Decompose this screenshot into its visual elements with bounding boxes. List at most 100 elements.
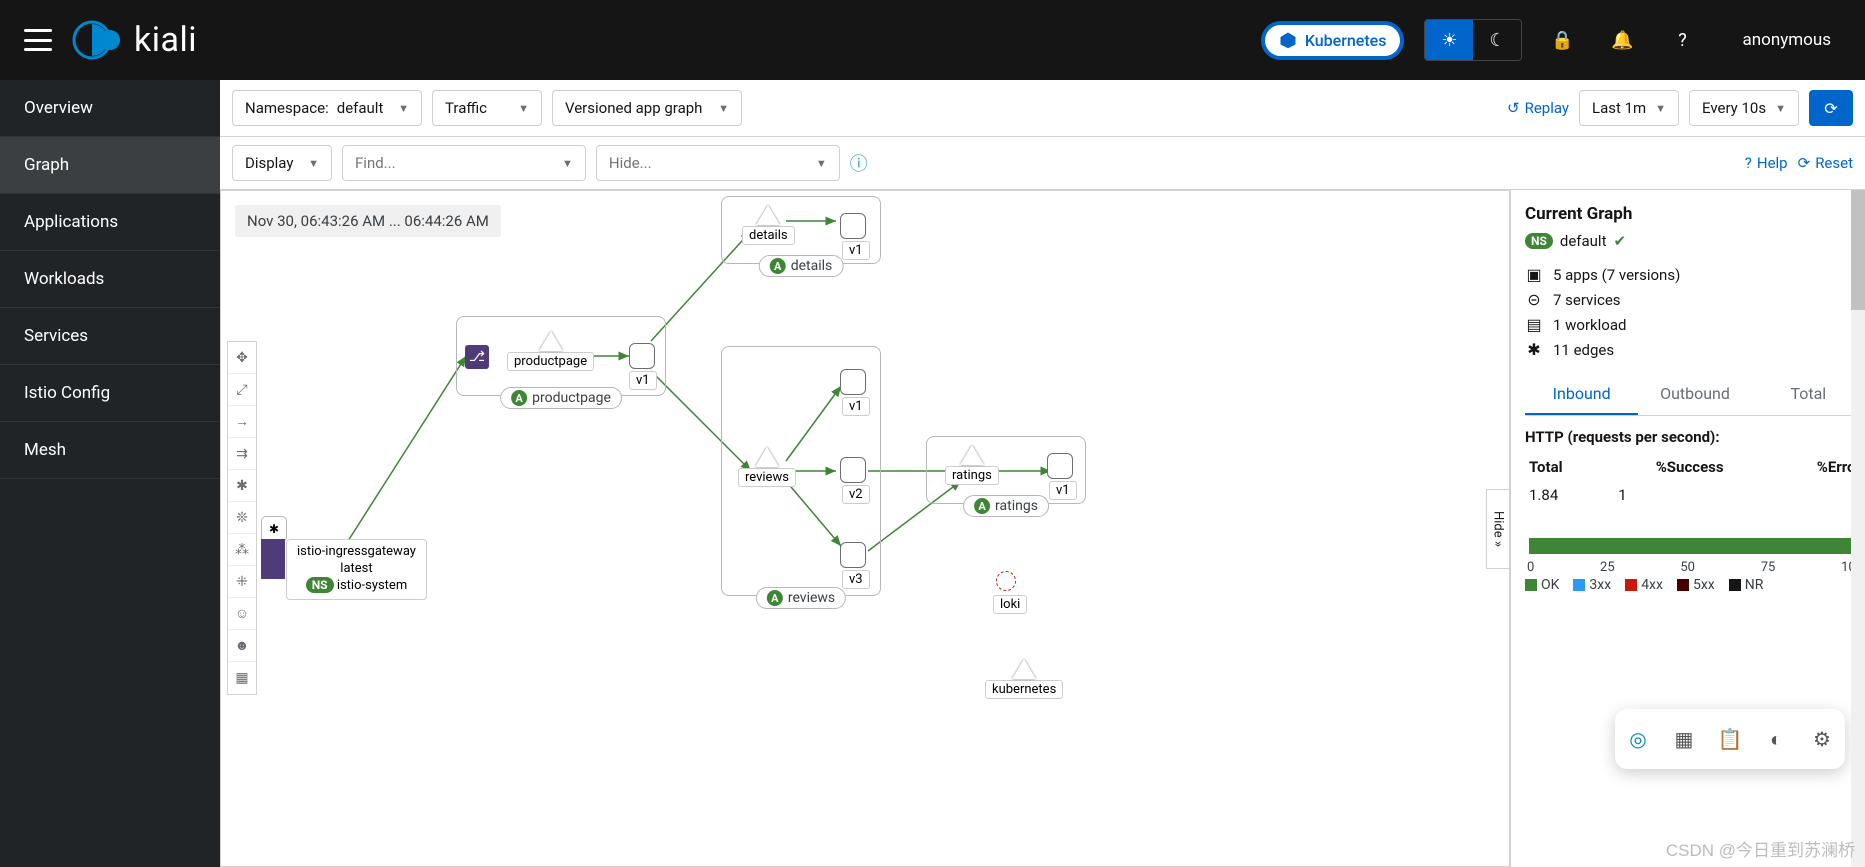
- gw-version: latest: [297, 561, 416, 578]
- sidebar-item-services[interactable]: Services: [0, 308, 220, 365]
- namespace-value: default: [337, 99, 384, 117]
- apps-icon: ▣: [1525, 265, 1543, 284]
- val-success: 1: [1618, 486, 1626, 504]
- tab-total[interactable]: Total: [1752, 374, 1865, 415]
- tab-inbound[interactable]: Inbound: [1525, 374, 1638, 415]
- node-kubernetes[interactable]: kubernetes: [985, 659, 1063, 699]
- wl-ratings-v1[interactable]: [1047, 453, 1073, 479]
- sidebar-item-applications[interactable]: Applications: [0, 194, 220, 251]
- graph-canvas[interactable]: Nov 30, 06:43:26 AM ... 06:44:26 AM ✥ ⤢ …: [220, 190, 1510, 867]
- find-input[interactable]: ▼: [342, 145, 586, 181]
- brand-logo[interactable]: kiali: [72, 20, 197, 60]
- legend-tool[interactable]: ▦: [228, 662, 256, 694]
- panel-hide-toggle[interactable]: Hide »: [1486, 489, 1510, 569]
- hide-input[interactable]: ▼: [596, 145, 840, 181]
- wl-reviews-v2[interactable]: [840, 457, 866, 483]
- help-link[interactable]: ?Help: [1745, 154, 1788, 172]
- hide-field[interactable]: [609, 154, 808, 172]
- kiali-logo-icon: [72, 20, 124, 60]
- layout-1-tool[interactable]: →: [228, 406, 256, 438]
- sidebar-item-istio-config[interactable]: Istio Config: [0, 365, 220, 422]
- drag-tool[interactable]: ✥: [228, 342, 256, 374]
- chart-legend: OK 3xx 4xx 5xx NR: [1525, 577, 1865, 593]
- graph-timestamp: Nov 30, 06:43:26 AM ... 06:44:26 AM: [235, 205, 501, 237]
- nav-toggle-button[interactable]: [24, 29, 52, 51]
- main-content: Namespace: default ▼ Traffic ▼ Versioned…: [220, 80, 1865, 867]
- fc-qr-icon[interactable]: ▦: [1670, 725, 1698, 753]
- refresh-button[interactable]: ⟳: [1809, 90, 1853, 126]
- group-ratings[interactable]: ratings v1 Aratings: [926, 436, 1086, 504]
- chevron-down-icon: ▼: [308, 157, 319, 170]
- fc-target-icon[interactable]: ◎: [1624, 725, 1652, 753]
- tab-outbound[interactable]: Outbound: [1638, 374, 1751, 415]
- graph-type-select[interactable]: Versioned app graph ▼: [552, 90, 742, 126]
- reset-button[interactable]: ⟳Reset: [1798, 154, 1853, 172]
- user-menu[interactable]: anonymous: [1742, 30, 1831, 50]
- face-2-tool[interactable]: ☻: [228, 630, 256, 662]
- time-range-select[interactable]: Last 1m ▼: [1579, 90, 1679, 126]
- floating-toolbar[interactable]: ◎ ▦ 📋 ◐ ⚙: [1615, 709, 1845, 769]
- layout-graph-4-tool[interactable]: ⁜: [228, 566, 256, 598]
- col-total: Total: [1529, 458, 1563, 476]
- val-total: 1.84: [1529, 486, 1558, 504]
- fc-clipboard-icon[interactable]: 📋: [1716, 725, 1744, 753]
- wl-productpage-v1[interactable]: [629, 343, 655, 369]
- svc-ratings[interactable]: ratings: [945, 445, 999, 485]
- replay-button[interactable]: ↺Replay: [1507, 99, 1569, 117]
- wl-reviews-v3[interactable]: [840, 542, 866, 568]
- chevron-down-icon: ▼: [398, 102, 409, 115]
- wl-details-v1[interactable]: [840, 213, 866, 239]
- panel-scrollbar[interactable]: [1851, 190, 1865, 867]
- namespace-select[interactable]: Namespace: default ▼: [232, 90, 422, 126]
- layout-graph-1-tool[interactable]: ✱: [228, 470, 256, 502]
- cluster-selector[interactable]: Kubernetes: [1261, 21, 1405, 60]
- help-icon[interactable]: ?: [1662, 20, 1702, 60]
- svc-productpage[interactable]: productpage: [507, 331, 594, 371]
- wl-label: v1: [629, 371, 657, 390]
- app-header: kiali Kubernetes ☀ ☾ 🔒 🔔 ? anonymous: [0, 0, 1865, 80]
- chevron-down-icon: ▼: [1775, 102, 1786, 115]
- sidebar-item-overview[interactable]: Overview: [0, 80, 220, 137]
- refresh-icon: ⟳: [1824, 99, 1837, 118]
- find-field[interactable]: [355, 154, 554, 172]
- display-select[interactable]: Display ▼: [232, 145, 332, 181]
- metrics-header: Total %Success %Error: [1525, 458, 1865, 486]
- notifications-icon[interactable]: 🔔: [1602, 20, 1642, 60]
- gw-ns: istio-system: [337, 578, 407, 593]
- theme-dark-button[interactable]: ☾: [1473, 20, 1521, 60]
- layout-graph-2-tool[interactable]: ❊: [228, 502, 256, 534]
- security-icon[interactable]: 🔒: [1542, 20, 1582, 60]
- wl-label: v1: [842, 397, 870, 416]
- reset-icon: ⟳: [1798, 154, 1811, 172]
- theme-light-button[interactable]: ☀: [1425, 20, 1473, 60]
- virtualservice-icon: ⎇: [465, 345, 489, 369]
- refresh-interval-select[interactable]: Every 10s ▼: [1689, 90, 1799, 126]
- svc-details[interactable]: details: [742, 205, 795, 245]
- app-badge-details: Adetails: [759, 255, 844, 277]
- fit-tool[interactable]: ⤢: [228, 374, 256, 406]
- layout-graph-3-tool[interactable]: ⁂: [228, 534, 256, 566]
- fc-browser-icon[interactable]: ◐: [1762, 725, 1790, 753]
- svc-reviews[interactable]: reviews: [738, 447, 796, 487]
- node-ingressgateway[interactable]: istio-ingressgateway latest NS istio-sys…: [286, 539, 427, 600]
- traffic-select[interactable]: Traffic ▼: [432, 90, 542, 126]
- group-details[interactable]: details v1 Adetails: [721, 196, 881, 264]
- wl-reviews-v1[interactable]: [840, 369, 866, 395]
- wl-label: v1: [1049, 481, 1077, 500]
- namespace-prefix: Namespace:: [245, 99, 329, 117]
- group-reviews[interactable]: reviews v1 v2 v3 Areviews: [721, 346, 881, 596]
- graph-filter-toolbar: Display ▼ ▼ ▼ ⓘ ?Help ⟳Reset: [220, 137, 1865, 190]
- group-productpage[interactable]: ⎇ productpage v1 Aproductpage: [456, 316, 666, 396]
- sidebar-item-graph[interactable]: Graph: [0, 137, 220, 194]
- layout-2-tool[interactable]: ⇉: [228, 438, 256, 470]
- gateway-color-icon: [261, 539, 285, 579]
- info-icon[interactable]: ⓘ: [850, 150, 868, 176]
- face-tool[interactable]: ☺: [228, 598, 256, 630]
- node-loki[interactable]: [996, 571, 1016, 591]
- metrics-row: 1.84 1: [1525, 486, 1865, 504]
- sidebar-item-mesh[interactable]: Mesh: [0, 422, 220, 479]
- sidebar-item-workloads[interactable]: Workloads: [0, 251, 220, 308]
- app-badge-productpage: Aproductpage: [500, 387, 622, 409]
- fc-gear-icon[interactable]: ⚙: [1808, 725, 1836, 753]
- graph-tools: ✥ ⤢ → ⇉ ✱ ❊ ⁂ ⁜ ☺ ☻ ▦: [227, 341, 257, 695]
